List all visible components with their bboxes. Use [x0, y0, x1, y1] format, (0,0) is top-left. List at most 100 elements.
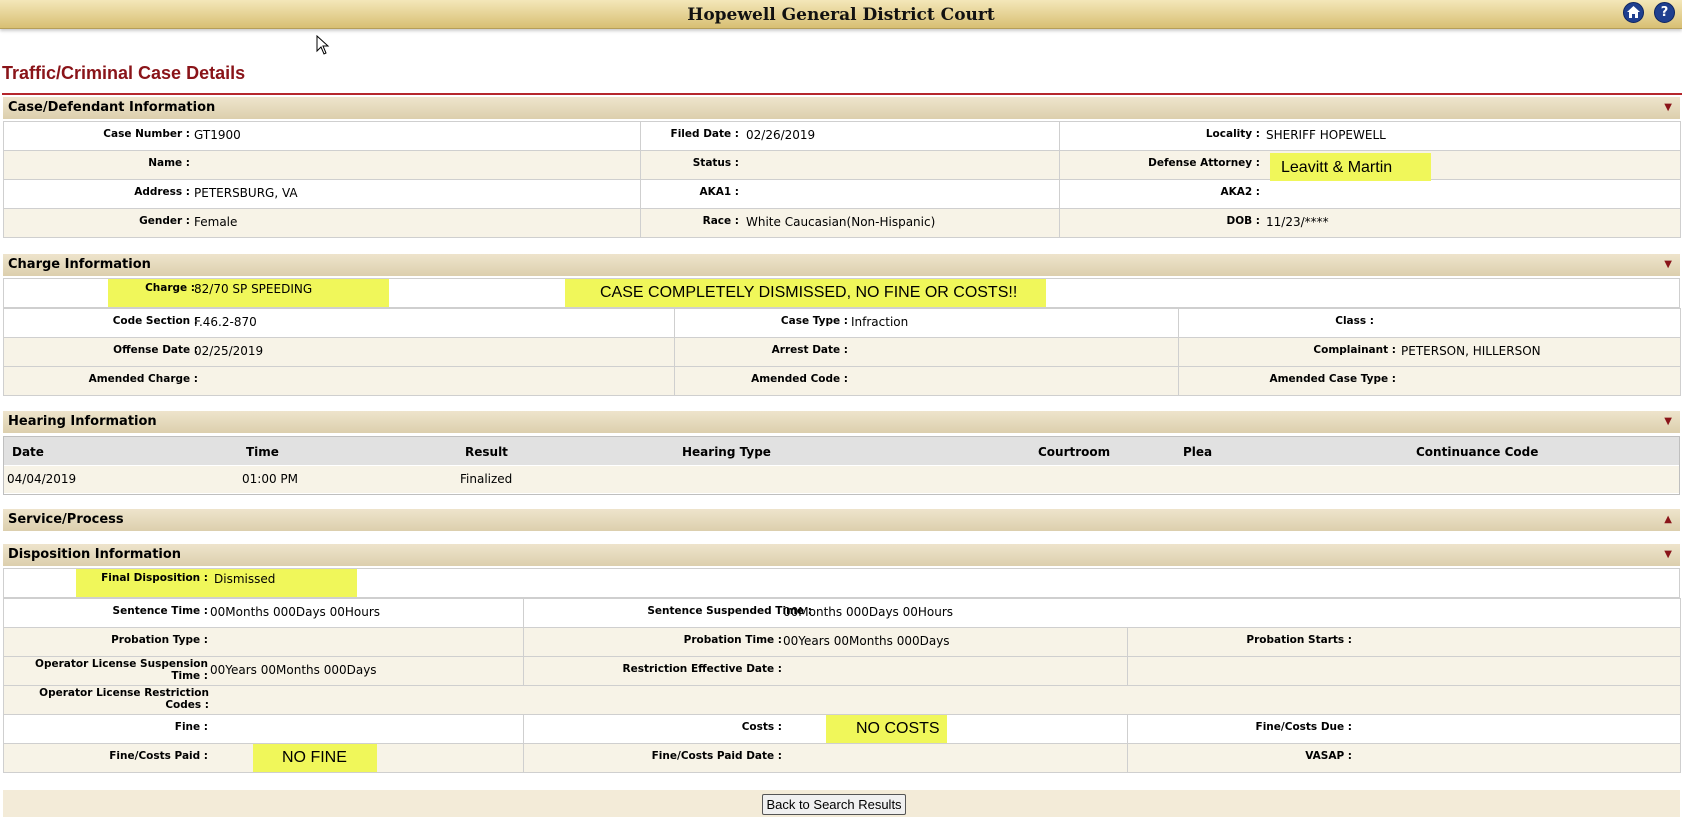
locality-label: Locality : — [1205, 128, 1260, 140]
code-section-value: F.46.2-870 — [194, 315, 257, 329]
column-header: Continuance Code — [1416, 445, 1539, 459]
expand-arrow-icon[interactable]: ▲ — [1664, 509, 1672, 531]
final-disposition-value: Dismissed — [214, 572, 276, 586]
probation-type-label: Probation Type : — [111, 634, 208, 646]
amended-charge-label: Amended Charge : — [88, 373, 198, 385]
fine-costs-due-label: Fine/Costs Due : — [1255, 721, 1352, 733]
sentence-time-value: 00Months 000Days 00Hours — [210, 605, 381, 619]
address-value: PETERSBURG, VA — [194, 186, 298, 200]
section-title: Charge Information — [8, 257, 151, 272]
case-number-label: Case Number : — [103, 128, 190, 140]
defense-attorney-label: Defense Attorney : — [1148, 157, 1260, 169]
costs-label: Costs : — [741, 721, 782, 733]
fine-costs-paid-date-label: Fine/Costs Paid Date : — [651, 750, 782, 762]
fine-costs-paid-label: Fine/Costs Paid : — [109, 750, 208, 762]
locality-value: SHERIFF HOPEWELL — [1266, 128, 1386, 142]
filed-date-label: Filed Date : — [670, 128, 739, 140]
hearing-table: Date Time Result Hearing Type Courtroom … — [3, 436, 1680, 495]
column-header: Courtroom — [1038, 445, 1111, 459]
offense-date-value: 02/25/2019 — [194, 344, 264, 358]
column-header: Time — [246, 445, 279, 459]
complainant-label: Complainant : — [1313, 344, 1396, 356]
home-icon[interactable] — [1623, 2, 1644, 23]
section-header-service[interactable]: Service/Process ▲ — [3, 509, 1680, 531]
case-type-value: Infraction — [851, 315, 909, 329]
section-title: Service/Process — [8, 512, 124, 527]
name-label: Name : — [148, 157, 190, 169]
sentence-suspended-value: 00Months 000Days 00Hours — [783, 605, 954, 619]
aka2-label: AKA2 : — [1220, 186, 1260, 198]
amended-case-type-label: Amended Case Type : — [1269, 373, 1396, 385]
back-to-search-results-button[interactable]: Back to Search Results — [762, 794, 906, 815]
ols-time-label-line1: Operator License Suspension — [35, 658, 208, 670]
collapse-arrow-icon[interactable]: ▼ — [1664, 97, 1672, 119]
dob-value: 11/23/**** — [1266, 215, 1329, 229]
column-header: Date — [12, 445, 44, 459]
page-title: Traffic/Criminal Case Details — [2, 63, 246, 83]
fine-paid-note: NO FINE — [282, 749, 347, 766]
table-row: 04/04/2019 01:00 PM Finalized — [4, 466, 1679, 493]
hearing-table-header: Date Time Result Hearing Type Courtroom … — [4, 437, 1679, 465]
complainant-value: PETERSON, HILLERSON — [1401, 344, 1541, 358]
defense-attorney-note: Leavitt & Martin — [1281, 159, 1393, 176]
ols-time-label-line2: Time : — [171, 670, 208, 682]
section-header-charge[interactable]: Charge Information ▼ — [3, 254, 1680, 276]
top-header-bar: Hopewell General District Court ? — [0, 0, 1682, 29]
hearing-result: Finalized — [460, 472, 513, 486]
title-divider — [2, 93, 1682, 95]
help-icon[interactable]: ? — [1654, 2, 1675, 23]
collapse-arrow-icon[interactable]: ▼ — [1664, 254, 1672, 276]
sentence-time-label: Sentence Time : — [112, 605, 208, 617]
gender-value: Female — [194, 215, 238, 229]
restriction-effective-date-label: Restriction Effective Date : — [622, 663, 783, 675]
charge-label: Charge : — [145, 282, 195, 294]
class-label: Class : — [1335, 315, 1374, 327]
ols-time-value: 00Years 00Months 000Days — [210, 663, 377, 677]
vasap-label: VASAP : — [1305, 750, 1352, 762]
case-type-label: Case Type : — [780, 315, 848, 327]
section-header-case[interactable]: Case/Defendant Information ▼ — [3, 97, 1680, 119]
costs-note: NO COSTS — [856, 720, 940, 737]
offense-date-label: Offense Date : — [113, 344, 198, 356]
status-label: Status : — [692, 157, 739, 169]
court-title: Hopewell General District Court — [687, 5, 995, 25]
probation-time-label: Probation Time : — [683, 634, 782, 646]
collapse-arrow-icon[interactable]: ▼ — [1664, 411, 1672, 433]
case-info-table: Case Number : GT1900 Filed Date : 02/26/20… — [3, 121, 1681, 238]
filed-date-value: 02/26/2019 — [746, 128, 816, 142]
olr-codes-label-line2: Codes : — [165, 699, 209, 711]
amended-code-label: Amended Code : — [751, 373, 848, 385]
charge-row: Charge : 82/70 SP SPEEDING CASE COMPLETE… — [3, 278, 1680, 308]
race-value: White Caucasian(Non-Hispanic) — [746, 215, 936, 229]
charge-info-table: Code Section : F.46.2-870 Case Type : Infr… — [3, 308, 1681, 396]
disposition-info-table: Sentence Time :00Months 000Days 00Hours … — [3, 598, 1681, 773]
section-title: Hearing Information — [8, 414, 157, 429]
column-header: Plea — [1183, 445, 1213, 459]
probation-starts-label: Probation Starts : — [1246, 634, 1352, 646]
olr-codes-label-line1: Operator License Restriction — [39, 687, 209, 699]
aka1-label: AKA1 : — [699, 186, 739, 198]
final-disposition-row: Final Disposition : Dismissed — [3, 568, 1680, 598]
fine-label: Fine : — [174, 721, 208, 733]
gender-label: Gender : — [139, 215, 190, 227]
address-label: Address : — [134, 186, 190, 198]
race-label: Race : — [702, 215, 739, 227]
collapse-arrow-icon[interactable]: ▼ — [1664, 544, 1672, 566]
final-disposition-label: Final Disposition : — [101, 572, 208, 584]
section-header-hearing[interactable]: Hearing Information ▼ — [3, 411, 1680, 433]
column-header: Hearing Type — [682, 445, 771, 459]
column-header: Result — [465, 445, 508, 459]
dob-label: DOB : — [1226, 215, 1261, 227]
code-section-label: Code Section : — [112, 315, 198, 327]
arrest-date-label: Arrest Date : — [771, 344, 848, 356]
probation-time-value: 00Years 00Months 000Days — [783, 634, 950, 648]
section-title: Disposition Information — [8, 547, 182, 562]
section-title: Case/Defendant Information — [8, 100, 216, 115]
hearing-time: 01:00 PM — [242, 472, 298, 486]
section-header-disposition[interactable]: Disposition Information ▼ — [3, 544, 1680, 566]
case-number-value: GT1900 — [194, 128, 241, 142]
charge-value: 82/70 SP SPEEDING — [194, 282, 313, 296]
mouse-cursor-icon — [316, 35, 330, 55]
hearing-date: 04/04/2019 — [7, 472, 77, 486]
dismissed-banner-note: CASE COMPLETELY DISMISSED, NO FINE OR CO… — [600, 284, 1018, 301]
